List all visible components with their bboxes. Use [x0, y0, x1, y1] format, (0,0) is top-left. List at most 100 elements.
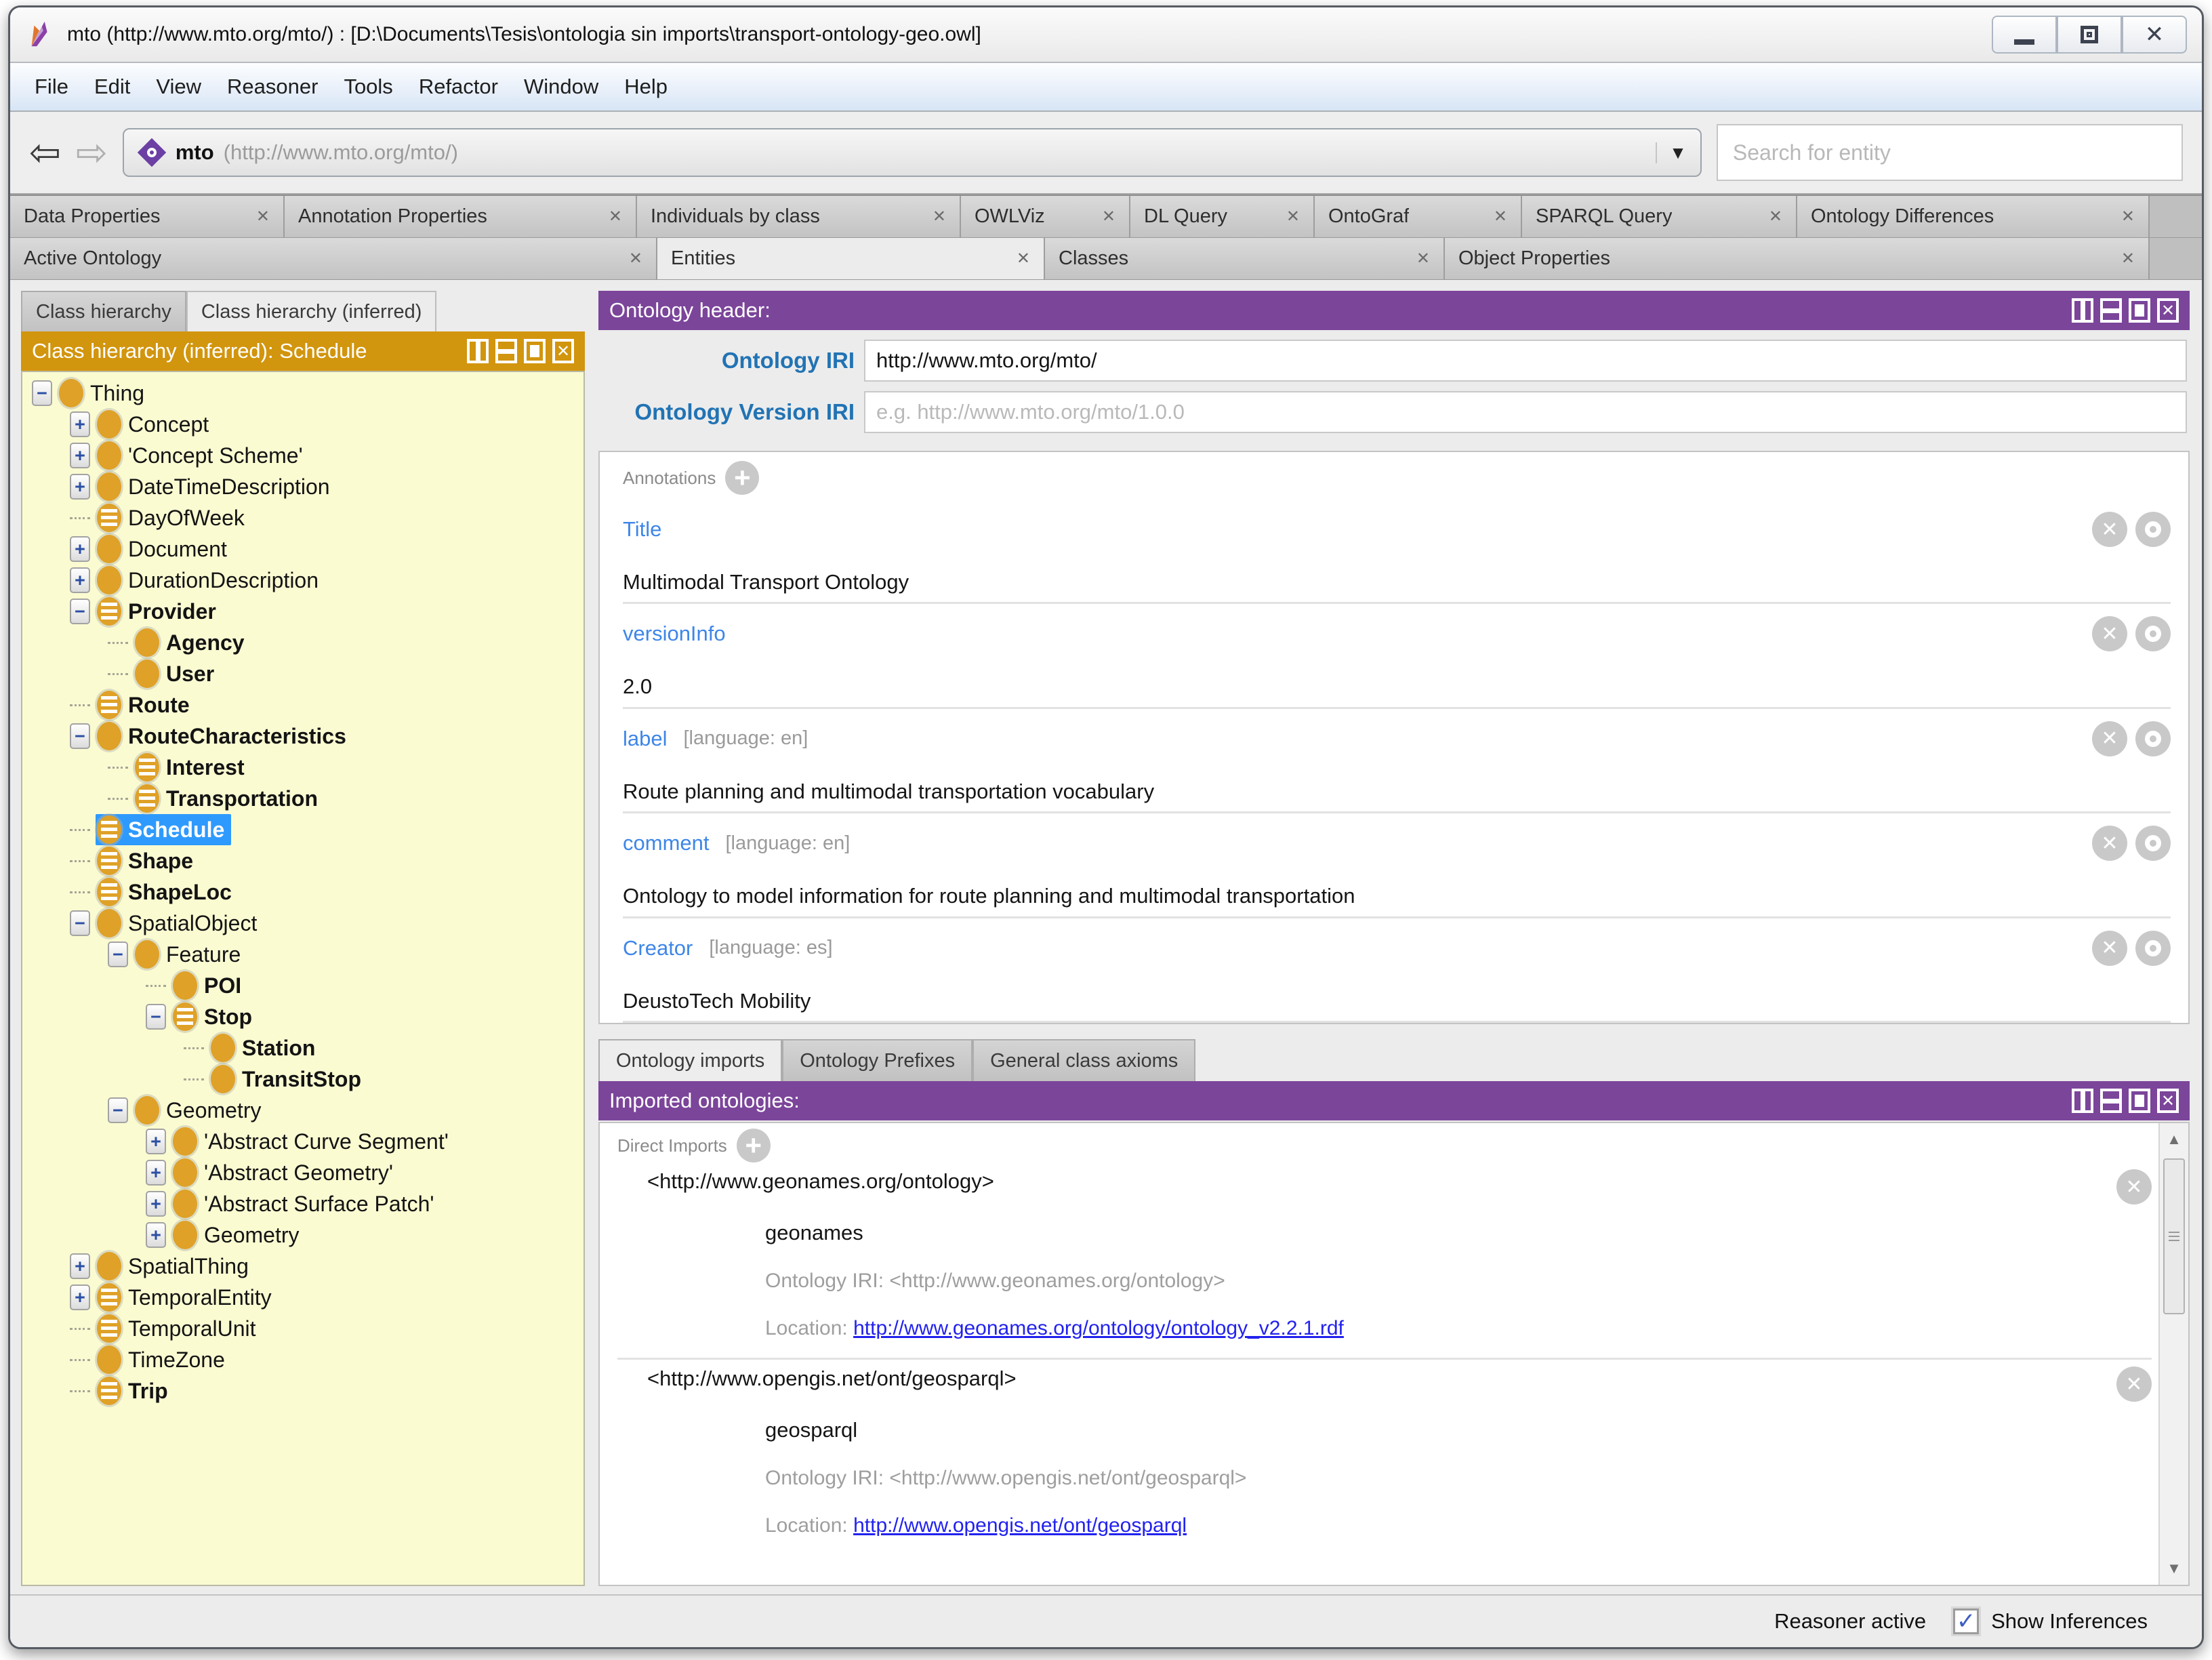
- tab-active-ontology[interactable]: Active Ontology✕: [10, 238, 657, 279]
- split-vertically-icon[interactable]: [2072, 298, 2093, 323]
- tab-classes[interactable]: Classes✕: [1045, 238, 1445, 279]
- tree-row[interactable]: Route: [22, 689, 583, 721]
- tree-expand-icon[interactable]: +: [70, 567, 90, 593]
- tree-expand-icon[interactable]: +: [70, 443, 90, 468]
- tree-node[interactable]: Geometry: [134, 1095, 268, 1126]
- annotate-annotation-button[interactable]: [2135, 721, 2171, 756]
- tree-row[interactable]: Shape: [22, 845, 583, 876]
- subtab-class-hierarchy-inferred-[interactable]: Class hierarchy (inferred): [186, 291, 437, 331]
- tree-row[interactable]: TemporalUnit: [22, 1313, 583, 1344]
- import-location-link[interactable]: http://www.geonames.org/ontology/ontolog…: [853, 1317, 1344, 1339]
- tree-node[interactable]: 'Abstract Geometry': [171, 1157, 400, 1188]
- tree-collapse-icon[interactable]: −: [70, 599, 90, 624]
- tree-expand-icon[interactable]: +: [70, 474, 90, 500]
- tab-annotation-properties[interactable]: Annotation Properties✕: [285, 196, 637, 237]
- back-arrow-icon[interactable]: ⇦: [29, 134, 61, 171]
- tree-node[interactable]: TransitStop: [209, 1064, 368, 1095]
- tree-node[interactable]: Interest: [134, 752, 251, 783]
- tree-row[interactable]: +'Abstract Geometry': [22, 1157, 583, 1188]
- tree-row[interactable]: −Geometry: [22, 1095, 583, 1126]
- restore-button[interactable]: [2057, 16, 2122, 54]
- tree-node[interactable]: DayOfWeek: [96, 502, 251, 533]
- add-import-button[interactable]: +: [737, 1129, 771, 1162]
- scrollbar-thumb[interactable]: [2163, 1158, 2185, 1314]
- tree-row[interactable]: +DateTimeDescription: [22, 471, 583, 502]
- tree-node[interactable]: Station: [209, 1032, 322, 1064]
- tree-node[interactable]: Schedule: [96, 814, 231, 845]
- tree-row[interactable]: ShapeLoc: [22, 876, 583, 908]
- menu-item-file[interactable]: File: [24, 69, 79, 104]
- tree-node[interactable]: 'Abstract Surface Patch': [171, 1188, 441, 1219]
- forward-arrow-icon[interactable]: ⇨: [76, 134, 108, 171]
- close-tab-icon[interactable]: ✕: [599, 207, 622, 226]
- tree-row[interactable]: User: [22, 658, 583, 689]
- split-horizontally-icon[interactable]: [2100, 1089, 2122, 1113]
- annotation-property-name[interactable]: label: [623, 727, 668, 751]
- tree-node[interactable]: Feature: [134, 939, 247, 970]
- tree-row[interactable]: POI: [22, 970, 583, 1001]
- split-vertically-icon[interactable]: [2072, 1089, 2093, 1113]
- menu-item-view[interactable]: View: [145, 69, 212, 104]
- tree-node[interactable]: User: [134, 658, 221, 689]
- tree-row[interactable]: Station: [22, 1032, 583, 1064]
- tree-row[interactable]: +'Concept Scheme': [22, 440, 583, 471]
- tree-node[interactable]: Agency: [134, 627, 251, 658]
- menu-item-edit[interactable]: Edit: [83, 69, 141, 104]
- tree-node[interactable]: Geometry: [171, 1219, 306, 1251]
- tree-expand-icon[interactable]: +: [70, 536, 90, 562]
- tree-collapse-icon[interactable]: −: [108, 942, 128, 967]
- tree-row[interactable]: −Stop: [22, 1001, 583, 1032]
- close-tab-icon[interactable]: ✕: [1007, 249, 1030, 268]
- tree-row[interactable]: Schedule: [22, 814, 583, 845]
- tree-expand-icon[interactable]: +: [70, 1253, 90, 1279]
- tree-node[interactable]: POI: [171, 970, 248, 1001]
- tree-row[interactable]: Transportation: [22, 783, 583, 814]
- menu-item-refactor[interactable]: Refactor: [408, 69, 509, 104]
- close-tab-icon[interactable]: ✕: [2112, 249, 2135, 268]
- tab-ontology-differences[interactable]: Ontology Differences✕: [1797, 196, 2150, 237]
- split-horizontally-icon[interactable]: [495, 339, 517, 363]
- tree-node[interactable]: ShapeLoc: [96, 876, 239, 908]
- tree-row[interactable]: +Document: [22, 533, 583, 565]
- menu-item-tools[interactable]: Tools: [333, 69, 403, 104]
- search-input[interactable]: [1717, 124, 2183, 181]
- tree-collapse-icon[interactable]: −: [70, 910, 90, 936]
- tree-node[interactable]: TemporalEntity: [96, 1282, 279, 1313]
- tree-node[interactable]: Concept: [96, 409, 216, 440]
- add-annotation-button[interactable]: +: [725, 461, 759, 495]
- chevron-down-icon[interactable]: ▼: [1656, 142, 1687, 163]
- split-horizontally-icon[interactable]: [2100, 298, 2122, 323]
- tree-node[interactable]: 'Concept Scheme': [96, 440, 310, 471]
- tree-node[interactable]: TimeZone: [96, 1344, 232, 1375]
- delete-annotation-button[interactable]: ✕: [2092, 721, 2127, 756]
- subtab-class-hierarchy[interactable]: Class hierarchy: [21, 291, 186, 331]
- close-panel-icon[interactable]: [552, 339, 574, 363]
- close-panel-icon[interactable]: [2157, 1089, 2179, 1113]
- active-ontology-selector[interactable]: mto (http://www.mto.org/mto/) ▼: [123, 128, 1702, 177]
- float-panel-icon[interactable]: [524, 339, 546, 363]
- tree-node[interactable]: Route: [96, 689, 197, 721]
- close-tab-icon[interactable]: ✕: [619, 249, 642, 268]
- tree-node[interactable]: Trip: [96, 1375, 175, 1406]
- tree-collapse-icon[interactable]: −: [70, 723, 90, 749]
- tree-collapse-icon[interactable]: −: [32, 380, 52, 406]
- tree-collapse-icon[interactable]: −: [108, 1097, 128, 1123]
- subtab-ontology-imports[interactable]: Ontology imports: [598, 1039, 782, 1081]
- tree-node[interactable]: Shape: [96, 845, 200, 876]
- annotate-annotation-button[interactable]: [2135, 826, 2171, 861]
- close-tab-icon[interactable]: ✕: [1277, 207, 1300, 226]
- tree-row[interactable]: DayOfWeek: [22, 502, 583, 533]
- close-tab-icon[interactable]: ✕: [923, 207, 946, 226]
- close-panel-icon[interactable]: [2157, 298, 2179, 323]
- tree-row[interactable]: −Provider: [22, 596, 583, 627]
- float-panel-icon[interactable]: [2129, 1089, 2150, 1113]
- annotation-property-name[interactable]: Creator: [623, 936, 693, 960]
- tab-ontograf[interactable]: OntoGraf✕: [1315, 196, 1522, 237]
- tree-expand-icon[interactable]: +: [146, 1191, 166, 1217]
- tree-row[interactable]: TransitStop: [22, 1064, 583, 1095]
- tree-node[interactable]: Document: [96, 533, 234, 565]
- tab-owlviz[interactable]: OWLViz✕: [961, 196, 1130, 237]
- tab-individuals-by-class[interactable]: Individuals by class✕: [637, 196, 961, 237]
- tree-row[interactable]: −RouteCharacteristics: [22, 721, 583, 752]
- delete-import-button[interactable]: ✕: [2116, 1367, 2152, 1402]
